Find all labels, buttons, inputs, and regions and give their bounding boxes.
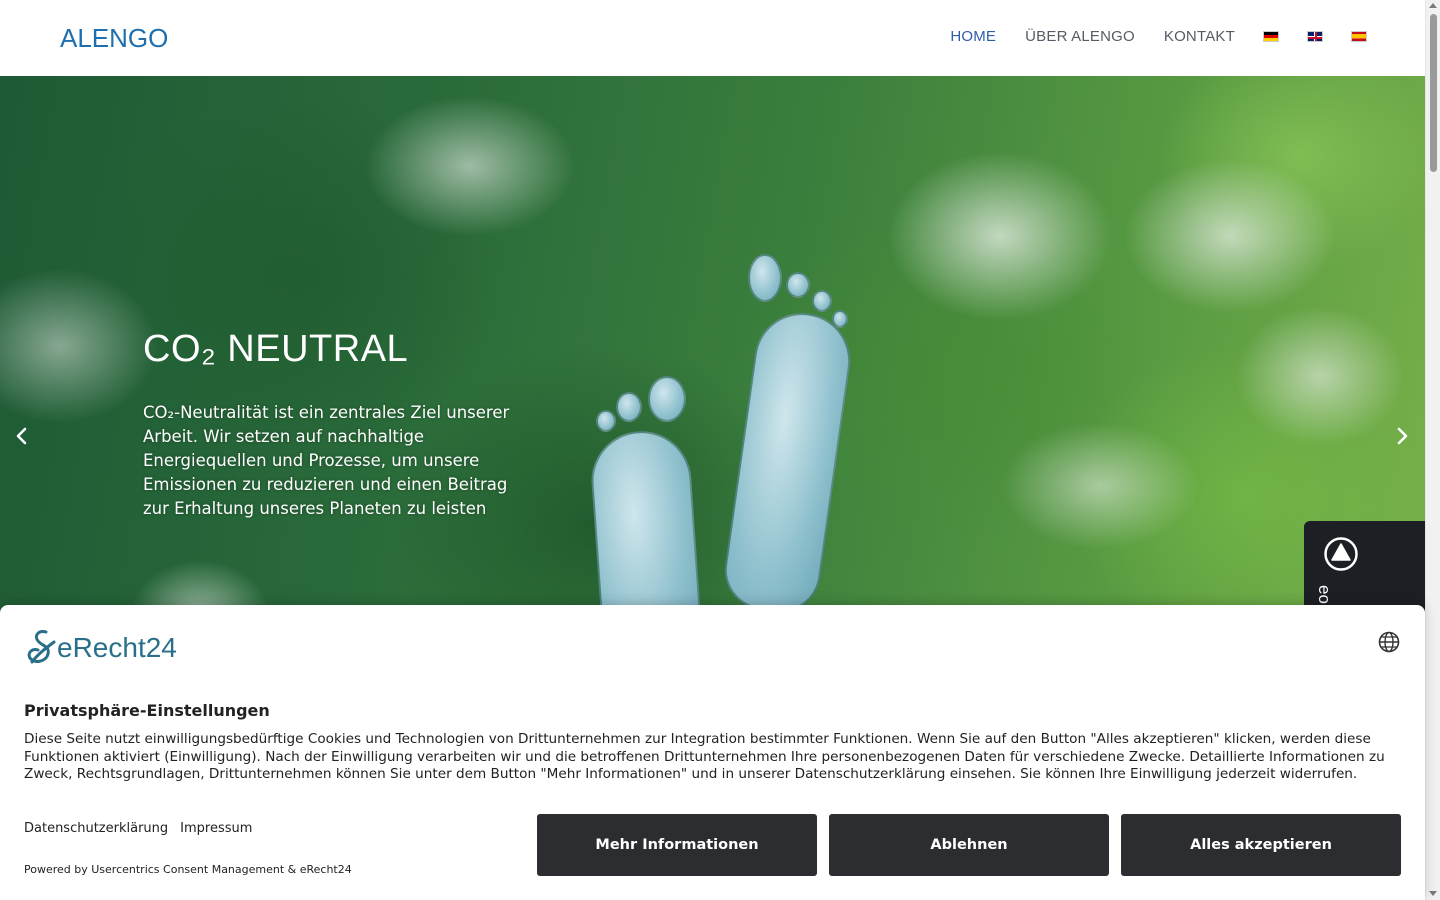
erecht24-logo: eRecht24	[24, 628, 177, 668]
slide-text: CO₂-Neutralität ist ein zentrales Ziel u…	[143, 403, 510, 518]
hero-slider: CO₂ NEUTRAL CO₂-Neutralität ist ein zent…	[0, 76, 1425, 636]
consent-text: Diese Seite nutzt einwilligungsbedürftig…	[24, 731, 1385, 782]
es-flag-icon[interactable]	[1351, 31, 1367, 42]
more-info-button[interactable]: Mehr Informationen	[537, 814, 817, 876]
consent-links: Datenschutzerklärung Impressum	[24, 821, 264, 836]
footprint-toe	[786, 272, 810, 298]
accept-all-button[interactable]: Alles akzeptieren	[1121, 814, 1401, 876]
brand-name: eRecht24	[57, 632, 177, 663]
consent-title: Privatsphäre-Einstellungen	[24, 701, 270, 720]
scroll-up-icon[interactable]	[1429, 3, 1437, 8]
scroll-thumb[interactable]	[1430, 14, 1437, 172]
site-header: ALENGO HOME ÜBER ALENGO KONTAKT	[0, 0, 1425, 76]
footprint-toe	[748, 254, 782, 302]
footprint-toe	[812, 290, 832, 312]
chevron-left-icon[interactable]	[12, 426, 32, 446]
scroll-down-icon[interactable]	[1429, 891, 1437, 896]
de-flag-icon[interactable]	[1263, 31, 1279, 42]
gb-flag-icon[interactable]	[1307, 31, 1323, 42]
footprint-toe	[832, 310, 848, 328]
footprint-image	[719, 306, 857, 618]
deny-button[interactable]: Ablehnen	[829, 814, 1109, 876]
powered-by-text: Powered by Usercentrics Consent Manageme…	[24, 863, 352, 876]
alengo-logo[interactable]: ALENGO	[60, 22, 169, 53]
consent-banner: eRecht24 Privatsphäre-Einstellungen Dies…	[0, 605, 1425, 900]
chevron-right-icon[interactable]	[1392, 426, 1412, 446]
globe-icon[interactable]	[1378, 631, 1400, 653]
privacy-policy-link[interactable]: Datenschutzerklärung	[24, 821, 168, 836]
side-widget[interactable]: eo	[1304, 521, 1425, 611]
footprint-toe	[616, 392, 642, 422]
footprint-toe	[596, 410, 616, 432]
main-nav: HOME ÜBER ALENGO KONTAKT	[921, 28, 1367, 45]
logo-text: ALENGO	[60, 22, 169, 53]
side-widget-label: eo	[1315, 585, 1334, 604]
erecht24-mark-icon	[27, 630, 56, 664]
nav-about[interactable]: ÜBER ALENGO	[1025, 28, 1135, 45]
page-scrollbar[interactable]	[1425, 0, 1440, 900]
triangle-circle-icon	[1324, 537, 1358, 571]
slide-title: CO₂ NEUTRAL	[143, 328, 409, 370]
footprint-toe	[648, 376, 686, 422]
nav-home[interactable]: HOME	[950, 28, 996, 45]
imprint-link[interactable]: Impressum	[180, 821, 252, 836]
nav-contact[interactable]: KONTAKT	[1164, 28, 1235, 45]
